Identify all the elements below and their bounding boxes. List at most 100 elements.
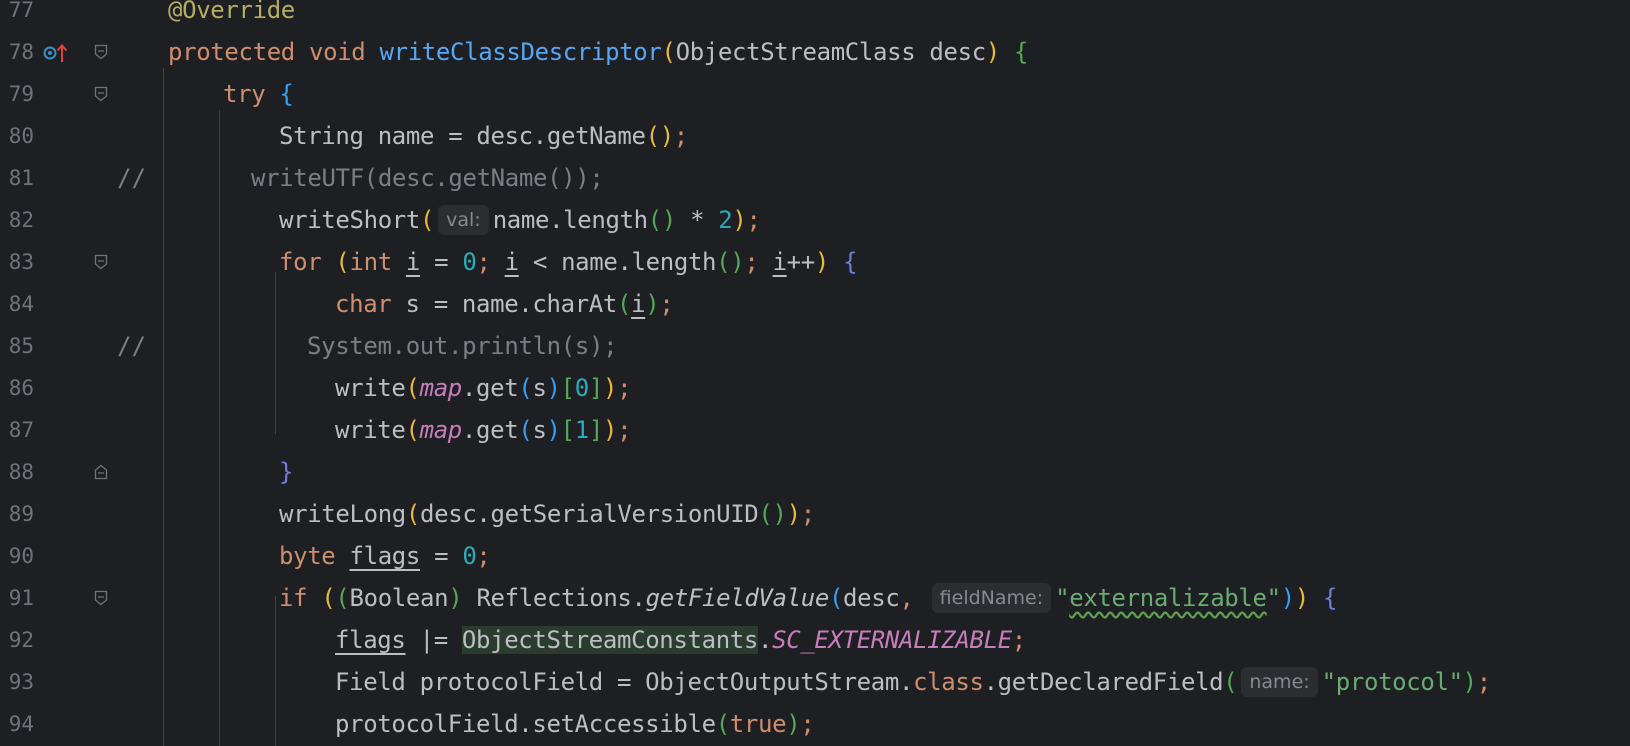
code-line[interactable]: 93 Field protocolField = ObjectOutputStre… [0, 661, 1630, 703]
code-editor[interactable]: 77 @Override 78 protected void writeClassDe… [0, 0, 1630, 746]
code-token: ] [588, 416, 603, 444]
code-line[interactable]: 89 writeLong(desc.getSerialVersionUID()); [0, 493, 1630, 535]
code-token: , [899, 584, 928, 612]
code-token: ( [828, 584, 844, 612]
code-text[interactable]: protected void writeClassDescriptor(Obje… [168, 31, 1028, 73]
code-token: 0 [574, 374, 589, 402]
code-text[interactable]: Field protocolField = ObjectOutputStream… [335, 661, 1491, 703]
line-number: 80 [8, 124, 34, 148]
code-text[interactable]: writeUTF(desc.getName()); [251, 157, 604, 199]
code-text[interactable]: try { [223, 73, 294, 115]
code-token: ; [617, 416, 632, 444]
code-token: protocolField.setAccessible [335, 710, 716, 738]
code-token: .get [461, 416, 519, 444]
code-line[interactable]: 92 flags |= ObjectStreamConstants.SC_EXTE… [0, 619, 1630, 661]
code-text[interactable]: write(map.get(s)[0]); [335, 367, 632, 409]
code-line[interactable]: 87 write(map.get(s)[1]); [0, 409, 1630, 451]
code-token: ObjectStreamConstants [461, 626, 758, 654]
code-text[interactable]: System.out.println(s); [307, 325, 618, 367]
code-line[interactable]: 84 char s = name.charAt(i); [0, 283, 1630, 325]
code-line[interactable]: 91 if ((Boolean) Reflections.getFieldValu… [0, 577, 1630, 619]
code-token: ) [602, 416, 618, 444]
code-token: i [405, 248, 421, 276]
code-token: s = name.charAt [405, 290, 618, 318]
code-token: ( [405, 374, 420, 402]
line-number: 92 [8, 628, 34, 652]
code-token: ) [546, 374, 561, 402]
code-token: { [279, 80, 294, 108]
code-line[interactable]: 94 protocolField.setAccessible(true); [0, 703, 1630, 745]
code-line[interactable]: 90 byte flags = 0; [0, 535, 1630, 577]
code-token: ( [518, 416, 533, 444]
code-token: .get [461, 374, 519, 402]
code-token: = [420, 542, 463, 570]
code-text[interactable]: if ((Boolean) Reflections.getFieldValue(… [279, 577, 1337, 619]
fold-end-icon[interactable] [94, 464, 108, 480]
code-token: i [772, 248, 787, 276]
code-token: ) [1280, 584, 1295, 612]
code-token: () [647, 206, 677, 234]
code-text[interactable]: } [279, 451, 293, 493]
code-line[interactable]: 82 writeShort(val: name.length() * 2); [0, 199, 1630, 241]
override-method-icon[interactable] [42, 42, 70, 64]
code-token: Boolean [349, 584, 449, 612]
line-number: 94 [8, 712, 34, 736]
code-token: * [675, 206, 719, 234]
code-line[interactable]: 77 @Override [0, 0, 1630, 31]
code-text[interactable]: write(map.get(s)[1]); [335, 409, 632, 451]
code-token: () [758, 500, 787, 528]
code-token: ObjectStreamClass desc [675, 38, 987, 66]
code-token: ; [1476, 668, 1491, 696]
code-line[interactable]: 85 // System.out.println(s); [0, 325, 1630, 367]
code-token: 2 [718, 206, 733, 234]
code-line[interactable]: 79 try { [0, 73, 1630, 115]
fold-expanded-icon[interactable] [94, 590, 108, 606]
code-text[interactable]: char s = name.charAt(i); [335, 283, 674, 325]
code-token: map [419, 416, 463, 444]
code-token: 0 [462, 542, 477, 570]
code-token: ; [1011, 626, 1026, 654]
line-number: 77 [8, 0, 34, 22]
code-text[interactable]: flags |= ObjectStreamConstants.SC_EXTERN… [335, 619, 1026, 661]
code-line[interactable]: 78 protected void writeClassDescriptor(Ob… [0, 31, 1630, 73]
code-line[interactable]: 86 write(map.get(s)[0]); [0, 367, 1630, 409]
code-token: } [279, 458, 294, 486]
code-text[interactable]: String name = desc.getName(); [279, 115, 688, 157]
code-token: ; [659, 290, 674, 318]
code-token: map [419, 374, 463, 402]
code-token: < name.length [518, 248, 717, 276]
code-token: int [349, 248, 406, 276]
code-token: desc.getSerialVersionUID [420, 500, 759, 528]
code-token: write [335, 374, 406, 402]
code-token: () [645, 122, 675, 150]
code-line[interactable]: 88} [0, 451, 1630, 493]
line-number: 82 [8, 208, 34, 232]
code-token: { [828, 248, 858, 276]
code-token: ) [814, 248, 829, 276]
code-line[interactable]: 81 // writeUTF(desc.getName()); [0, 157, 1630, 199]
code-line[interactable]: 80 String name = desc.getName(); [0, 115, 1630, 157]
fold-expanded-icon[interactable] [94, 254, 108, 270]
code-token: () [716, 248, 745, 276]
code-token: String name = desc.getName [279, 122, 646, 150]
code-text[interactable]: for (int i = 0; i < name.length(); i++) … [279, 241, 858, 283]
code-token: ; [744, 248, 773, 276]
code-text[interactable]: writeLong(desc.getSerialVersionUID()); [279, 493, 815, 535]
code-token: Reflections. [462, 584, 646, 612]
code-token: ] [588, 374, 603, 402]
line-number: 81 [8, 166, 34, 190]
code-text[interactable]: byte flags = 0; [279, 535, 491, 577]
fold-expanded-icon[interactable] [94, 86, 108, 102]
code-token: class [913, 668, 984, 696]
code-text[interactable]: protocolField.setAccessible(true); [335, 703, 815, 745]
code-token: ) [786, 500, 801, 528]
code-token: desc [843, 584, 900, 612]
code-text[interactable]: writeShort(val: name.length() * 2); [279, 199, 761, 241]
code-token: char [335, 290, 406, 318]
line-number: 86 [8, 376, 34, 400]
line-number: 84 [8, 292, 34, 316]
fold-expanded-icon[interactable] [94, 44, 108, 60]
code-token: ) [732, 206, 747, 234]
code-text[interactable]: @Override [168, 0, 295, 31]
code-line[interactable]: 83 for (int i = 0; i < name.length(); i++… [0, 241, 1630, 283]
